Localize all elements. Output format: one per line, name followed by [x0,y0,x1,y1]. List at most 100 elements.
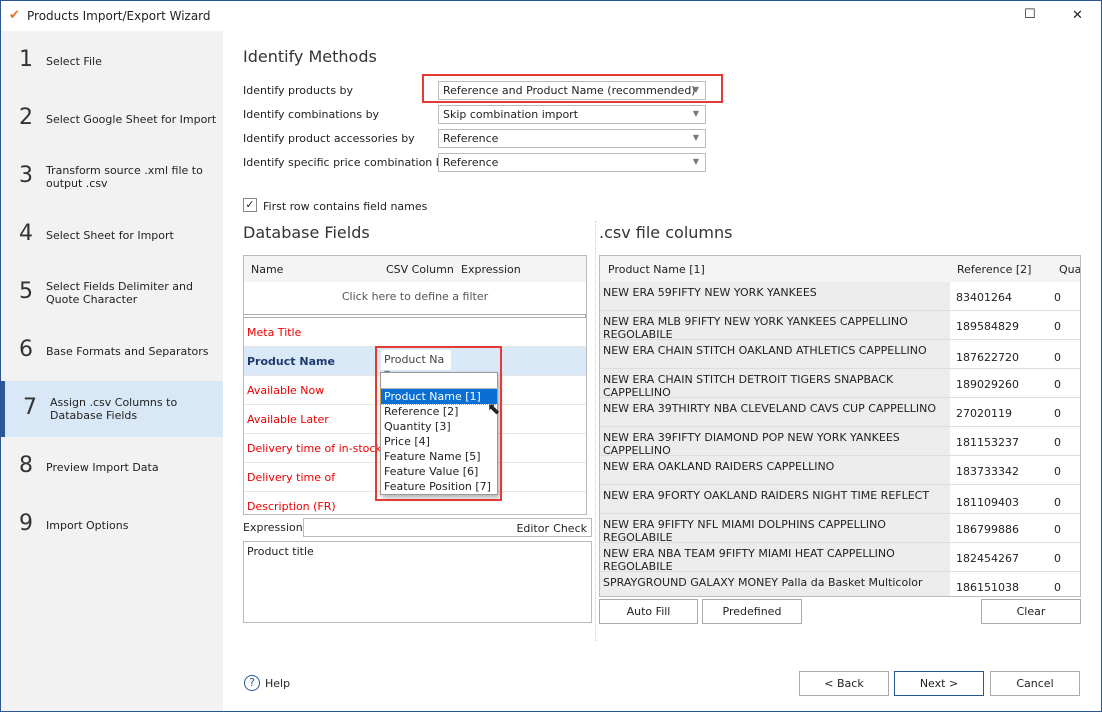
clear-button[interactable]: Clear [981,599,1081,624]
col-product-name[interactable]: Product Name [1] [608,263,705,276]
chevron-down-icon: ▼ [692,133,699,142]
wizard-steps: 1 Select File 2 Select Google Sheet for Imp… [1,31,223,711]
cancel-button[interactable]: Cancel [990,671,1080,696]
close-button[interactable]: ✕ [1072,8,1083,23]
expression-textarea[interactable]: Product title [243,541,592,623]
first-row-label: First row contains field names [263,200,428,213]
step-label: Select Fields Delimiter and Quote Charac… [46,280,193,306]
highlight-box [422,74,723,103]
csv-grid: Product Name [1] Reference [2] Qua NEW E… [599,255,1081,597]
step-5[interactable]: 5 Select Fields Delimiter and Quote Chara… [1,265,223,321]
step-number: 1 [19,47,33,72]
back-button[interactable]: < Back [799,671,889,696]
csv-row[interactable]: NEW ERA 9FIFTY NFL MIAMI DOLPHINS CAPPEL… [600,514,1080,544]
cell-reference: 27020119 [956,407,1012,420]
csv-row[interactable]: NEW ERA 39FIFTY DIAMOND POP NEW YORK YAN… [600,427,1080,457]
cell-reference: 186799886 [956,523,1019,536]
col-name[interactable]: Name [251,263,283,276]
identify-label: Identify specific price combination by [243,156,450,169]
csv-row[interactable]: NEW ERA 9FORTY OAKLAND RAIDERS NIGHT TIM… [600,485,1080,514]
cell-quantity: 0 [1054,351,1061,364]
step-number: 3 [19,163,33,188]
step-2[interactable]: 2 Select Google Sheet for Import [1,91,223,147]
step-label: Assign .csv Columns to Database Fields [50,396,178,422]
field-name: Product Name [247,355,335,368]
chevron-down-icon: ▼ [692,157,699,166]
csv-row[interactable]: NEW ERA 39THIRTY NBA CLEVELAND CAVS CUP … [600,398,1080,427]
cell-reference: 183733342 [956,465,1019,478]
field-name: Delivery time of [247,471,336,484]
csv-row[interactable]: NEW ERA 59FIFTY NEW YORK YANKEES 83401264… [600,282,1080,311]
step-label: Base Formats and Separators [46,345,209,358]
step-7[interactable]: 7 Assign .csv Columns to Database Fields [1,381,223,437]
cell-product-name: SPRAYGROUND GALAXY MONEY Palla da Basket… [600,572,950,596]
next-button[interactable]: Next > [894,671,984,696]
step-label: Select Sheet for Import [46,229,174,242]
app-logo-icon: ✔ [9,8,20,23]
step-9[interactable]: 9 Import Options [1,497,223,553]
step-3[interactable]: 3 Transform source .xml file to output .c… [1,149,223,205]
step-number: 8 [19,453,33,478]
auto-fill-button[interactable]: Auto Fill [599,599,698,624]
csv-row[interactable]: NEW ERA CHAIN STITCH DETROIT TIGERS SNAP… [600,369,1080,399]
cell-quantity: 0 [1054,407,1061,420]
cell-reference: 181153237 [956,436,1019,449]
step-8[interactable]: 8 Preview Import Data [1,439,223,495]
maximize-button[interactable]: ☐ [1024,7,1036,22]
expression-label: Expression [243,521,303,534]
step-6[interactable]: 6 Base Formats and Separators [1,323,223,379]
step-number: 9 [19,511,33,536]
step-label: Transform source .xml file to output .cs… [46,164,203,190]
identify-value: Reference [443,132,499,145]
step-label: Import Options [46,519,129,532]
step-label: Select Google Sheet for Import [46,113,217,126]
cell-reference: 182454267 [956,552,1019,565]
identify-label: Identify combinations by [243,108,380,121]
predefined-button[interactable]: Predefined [702,599,802,624]
filter-row[interactable]: Click here to define a filter [244,290,586,303]
window-title: Products Import/Export Wizard [27,9,211,23]
cell-product-name: NEW ERA CHAIN STITCH DETROIT TIGERS SNAP… [600,369,950,399]
step-number: 2 [19,105,33,130]
identify-methods-title: Identify Methods [243,47,377,66]
first-row-checkbox[interactable]: ✓ [243,198,257,212]
check-button[interactable]: Check [553,522,587,535]
identify-value: Reference [443,156,499,169]
step-1[interactable]: 1 Select File [1,33,223,89]
help-link[interactable]: Help [265,677,290,690]
field-name: Meta Title [247,326,302,339]
identify-select[interactable]: Reference ▼ [438,129,706,148]
col-expression[interactable]: Expression [461,263,521,276]
cell-reference: 189029260 [956,378,1019,391]
identify-select[interactable]: Skip combination import ▼ [438,105,706,124]
cell-quantity: 0 [1054,552,1061,565]
col-quantity[interactable]: Qua [1059,263,1080,276]
col-reference[interactable]: Reference [2] [957,263,1031,276]
cell-product-name: NEW ERA 9FIFTY NFL MIAMI DOLPHINS CAPPEL… [600,514,950,544]
cell-quantity: 0 [1054,465,1061,478]
cell-product-name: NEW ERA 39FIFTY DIAMOND POP NEW YORK YAN… [600,427,950,457]
csv-row[interactable]: NEW ERA CHAIN STITCH OAKLAND ATHLETICS C… [600,340,1080,369]
identify-label: Identify products by [243,84,354,97]
database-fields-title: Database Fields [243,223,370,242]
cell-quantity: 0 [1054,378,1061,391]
cell-quantity: 0 [1054,523,1061,536]
splitter[interactable] [595,221,597,641]
identify-select[interactable]: Reference ▼ [438,153,706,172]
step-4[interactable]: 4 Select Sheet for Import [1,207,223,263]
field-row[interactable]: Meta Title [244,318,586,347]
csv-row[interactable]: NEW ERA OAKLAND RAIDERS CAPPELLINO 183733… [600,456,1080,485]
csv-row[interactable]: SPRAYGROUND GALAXY MONEY Palla da Basket… [600,572,1080,596]
step-number: 6 [19,337,33,362]
editor-button[interactable]: Editor [516,522,549,535]
csv-row[interactable]: NEW ERA MLB 9FIFTY NEW YORK YANKEES CAPP… [600,311,1080,341]
cell-reference: 186151038 [956,581,1019,594]
cell-quantity: 0 [1054,320,1061,333]
csv-columns-title: .csv file columns [599,223,733,242]
col-csv[interactable]: CSV Column [386,263,454,276]
csv-row[interactable]: NEW ERA NBA TEAM 9FIFTY MIAMI HEAT CAPPE… [600,543,1080,573]
chevron-down-icon: ▼ [692,109,699,118]
expression-input[interactable]: Editor Check [303,518,592,537]
help-icon[interactable]: ? [244,675,260,691]
expression-text: Product title [247,545,314,558]
